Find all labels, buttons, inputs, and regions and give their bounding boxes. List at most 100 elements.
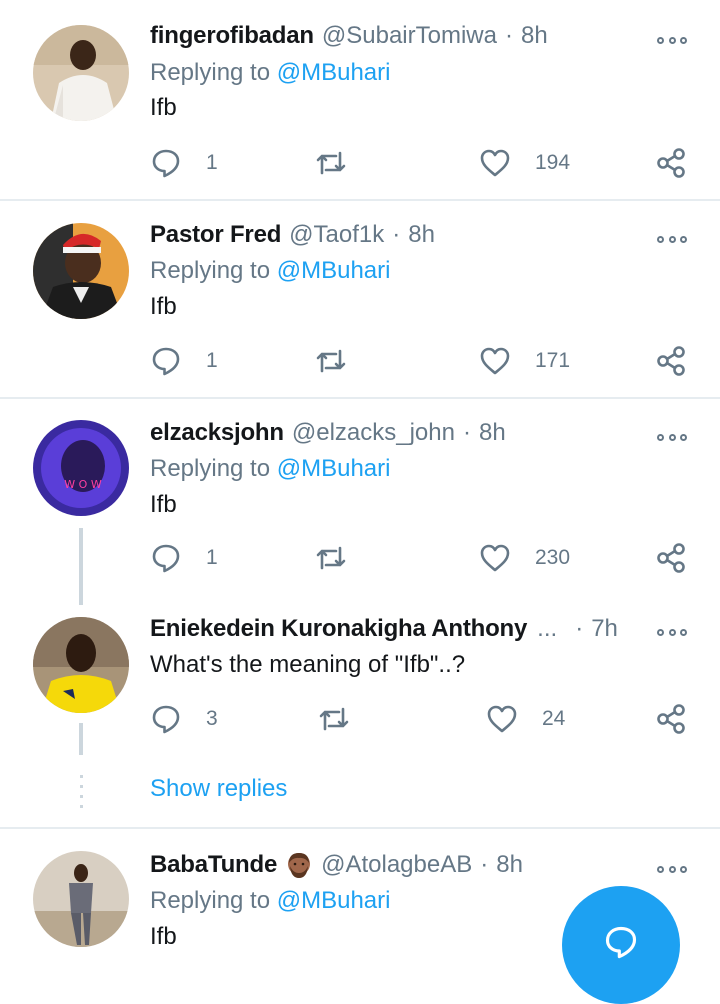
user-handle[interactable]: @elzacks_john	[292, 417, 455, 449]
separator: ·	[480, 851, 489, 878]
like-button[interactable]: 171	[479, 343, 570, 379]
action-bar: 3 24	[150, 701, 690, 737]
share-icon	[657, 346, 685, 376]
mention-link[interactable]: @MBuhari	[277, 455, 391, 482]
retweet-icon	[316, 349, 346, 373]
tweet-text: What's the meaning of "Ifb"..?	[150, 651, 466, 678]
tweet-3[interactable]: W O W elzacksjohn @elzacks_john · 8h Rep…	[0, 399, 720, 603]
user-handle[interactable]: @AtolagbeAB	[321, 849, 472, 881]
mention-link[interactable]: @MBuhari	[277, 887, 391, 914]
tweet-2[interactable]: Pastor Fred @Taof1k · 8h Replying to @MB…	[0, 201, 720, 397]
timestamp[interactable]: 8h	[408, 219, 435, 251]
separator: ·	[462, 419, 471, 446]
avatar[interactable]	[33, 223, 129, 319]
mention-link[interactable]: @MBuhari	[277, 59, 391, 86]
share-icon	[657, 543, 685, 573]
display-name[interactable]: Pastor Fred	[150, 219, 281, 251]
separator: ·	[392, 221, 401, 248]
reply-count: 1	[206, 349, 218, 372]
tweet-header: Pastor Fred @Taof1k · 8h	[150, 219, 625, 251]
user-handle[interactable]: @Taof1k	[289, 219, 384, 251]
tweet-1[interactable]: fingerofibadan @SubairTomiwa · 8h Replyi…	[0, 0, 720, 199]
reply-bubble-icon	[152, 544, 180, 573]
tweet-header: fingerofibadan @SubairTomiwa · 8h	[150, 20, 625, 52]
display-name[interactable]: fingerofibadan	[150, 20, 314, 52]
more-options-icon[interactable]	[657, 35, 687, 45]
avatar[interactable]	[33, 25, 129, 121]
timestamp[interactable]: 8h	[479, 417, 506, 449]
like-button[interactable]: 194	[479, 145, 570, 181]
heart-icon	[487, 705, 517, 733]
heart-icon	[480, 544, 510, 572]
avatar[interactable]	[33, 851, 129, 947]
reply-button[interactable]: 1	[150, 540, 218, 576]
action-bar: 1 171	[150, 343, 690, 379]
timestamp[interactable]: 8h	[496, 849, 523, 881]
share-icon	[657, 704, 685, 734]
like-count: 24	[542, 707, 566, 730]
compose-reply-button[interactable]	[562, 886, 680, 1004]
retweet-button[interactable]	[314, 145, 348, 181]
more-options-icon[interactable]	[657, 234, 687, 244]
replying-to-label: Replying to	[150, 887, 277, 914]
show-replies-link[interactable]: Show replies	[150, 773, 287, 805]
name-truncation: ...	[537, 615, 558, 642]
tweet-text: Ifb	[150, 293, 177, 320]
share-button[interactable]	[656, 145, 686, 181]
display-name[interactable]: Eniekedein Kuronakigha Anthony	[150, 613, 527, 645]
reply-count: 1	[206, 546, 218, 569]
tweet-4[interactable]: Eniekedein Kuronakigha Anthony ... · 7h …	[0, 603, 720, 827]
tweet-text: Ifb	[150, 923, 177, 950]
timestamp[interactable]: 7h	[591, 613, 618, 645]
tweet-header: elzacksjohn @elzacks_john · 8h	[150, 417, 625, 449]
reply-button[interactable]: 1	[150, 343, 218, 379]
display-name[interactable]: BabaTunde	[150, 849, 277, 881]
reply-bubble-icon	[152, 347, 180, 376]
more-options-icon[interactable]	[657, 432, 687, 442]
replying-to: Replying to @MBuhari	[150, 255, 390, 287]
thread-continuation-dots	[80, 775, 83, 815]
action-bar: 1 230	[150, 540, 690, 576]
more-options-icon[interactable]	[657, 864, 687, 874]
like-count: 194	[535, 151, 571, 174]
heart-icon	[480, 149, 510, 177]
reply-button[interactable]: 3	[150, 701, 218, 737]
avatar[interactable]	[33, 617, 129, 713]
mention-link[interactable]: @MBuhari	[277, 257, 391, 284]
tweet-text: Ifb	[150, 491, 177, 518]
reply-count: 1	[206, 151, 218, 174]
retweet-icon	[316, 151, 346, 175]
retweet-button[interactable]	[317, 701, 351, 737]
like-button[interactable]: 24	[486, 701, 565, 737]
retweet-icon	[316, 546, 346, 570]
like-count: 230	[535, 546, 571, 569]
replying-to: Replying to @MBuhari	[150, 885, 390, 917]
reply-button[interactable]: 1	[150, 145, 218, 181]
share-button[interactable]	[656, 701, 686, 737]
like-count: 171	[535, 349, 571, 372]
share-button[interactable]	[656, 343, 686, 379]
tweet-text: Ifb	[150, 94, 177, 121]
tweet-header: Eniekedein Kuronakigha Anthony ... · 7h	[150, 613, 625, 645]
reply-bubble-icon	[152, 705, 180, 734]
more-options-icon[interactable]	[657, 627, 687, 637]
share-icon	[657, 148, 685, 178]
reply-count: 3	[206, 707, 218, 730]
thread-connector	[79, 528, 83, 605]
timestamp[interactable]: 8h	[521, 20, 548, 52]
heart-icon	[480, 347, 510, 375]
retweet-button[interactable]	[314, 343, 348, 379]
avatar[interactable]: W O W	[33, 420, 129, 516]
display-name[interactable]: elzacksjohn	[150, 417, 284, 449]
tweet-header: BabaTunde @AtolagbeAB · 8h	[150, 849, 625, 881]
svg-text:W O W: W O W	[64, 478, 102, 491]
separator: ·	[504, 22, 513, 49]
user-handle[interactable]: @SubairTomiwa	[322, 20, 497, 52]
like-button[interactable]: 230	[479, 540, 570, 576]
separator: ·	[575, 615, 584, 642]
retweet-button[interactable]	[314, 540, 348, 576]
share-button[interactable]	[656, 540, 686, 576]
replying-to: Replying to @MBuhari	[150, 57, 390, 89]
action-bar: 1 194	[150, 145, 690, 181]
replying-to-label: Replying to	[150, 455, 277, 482]
